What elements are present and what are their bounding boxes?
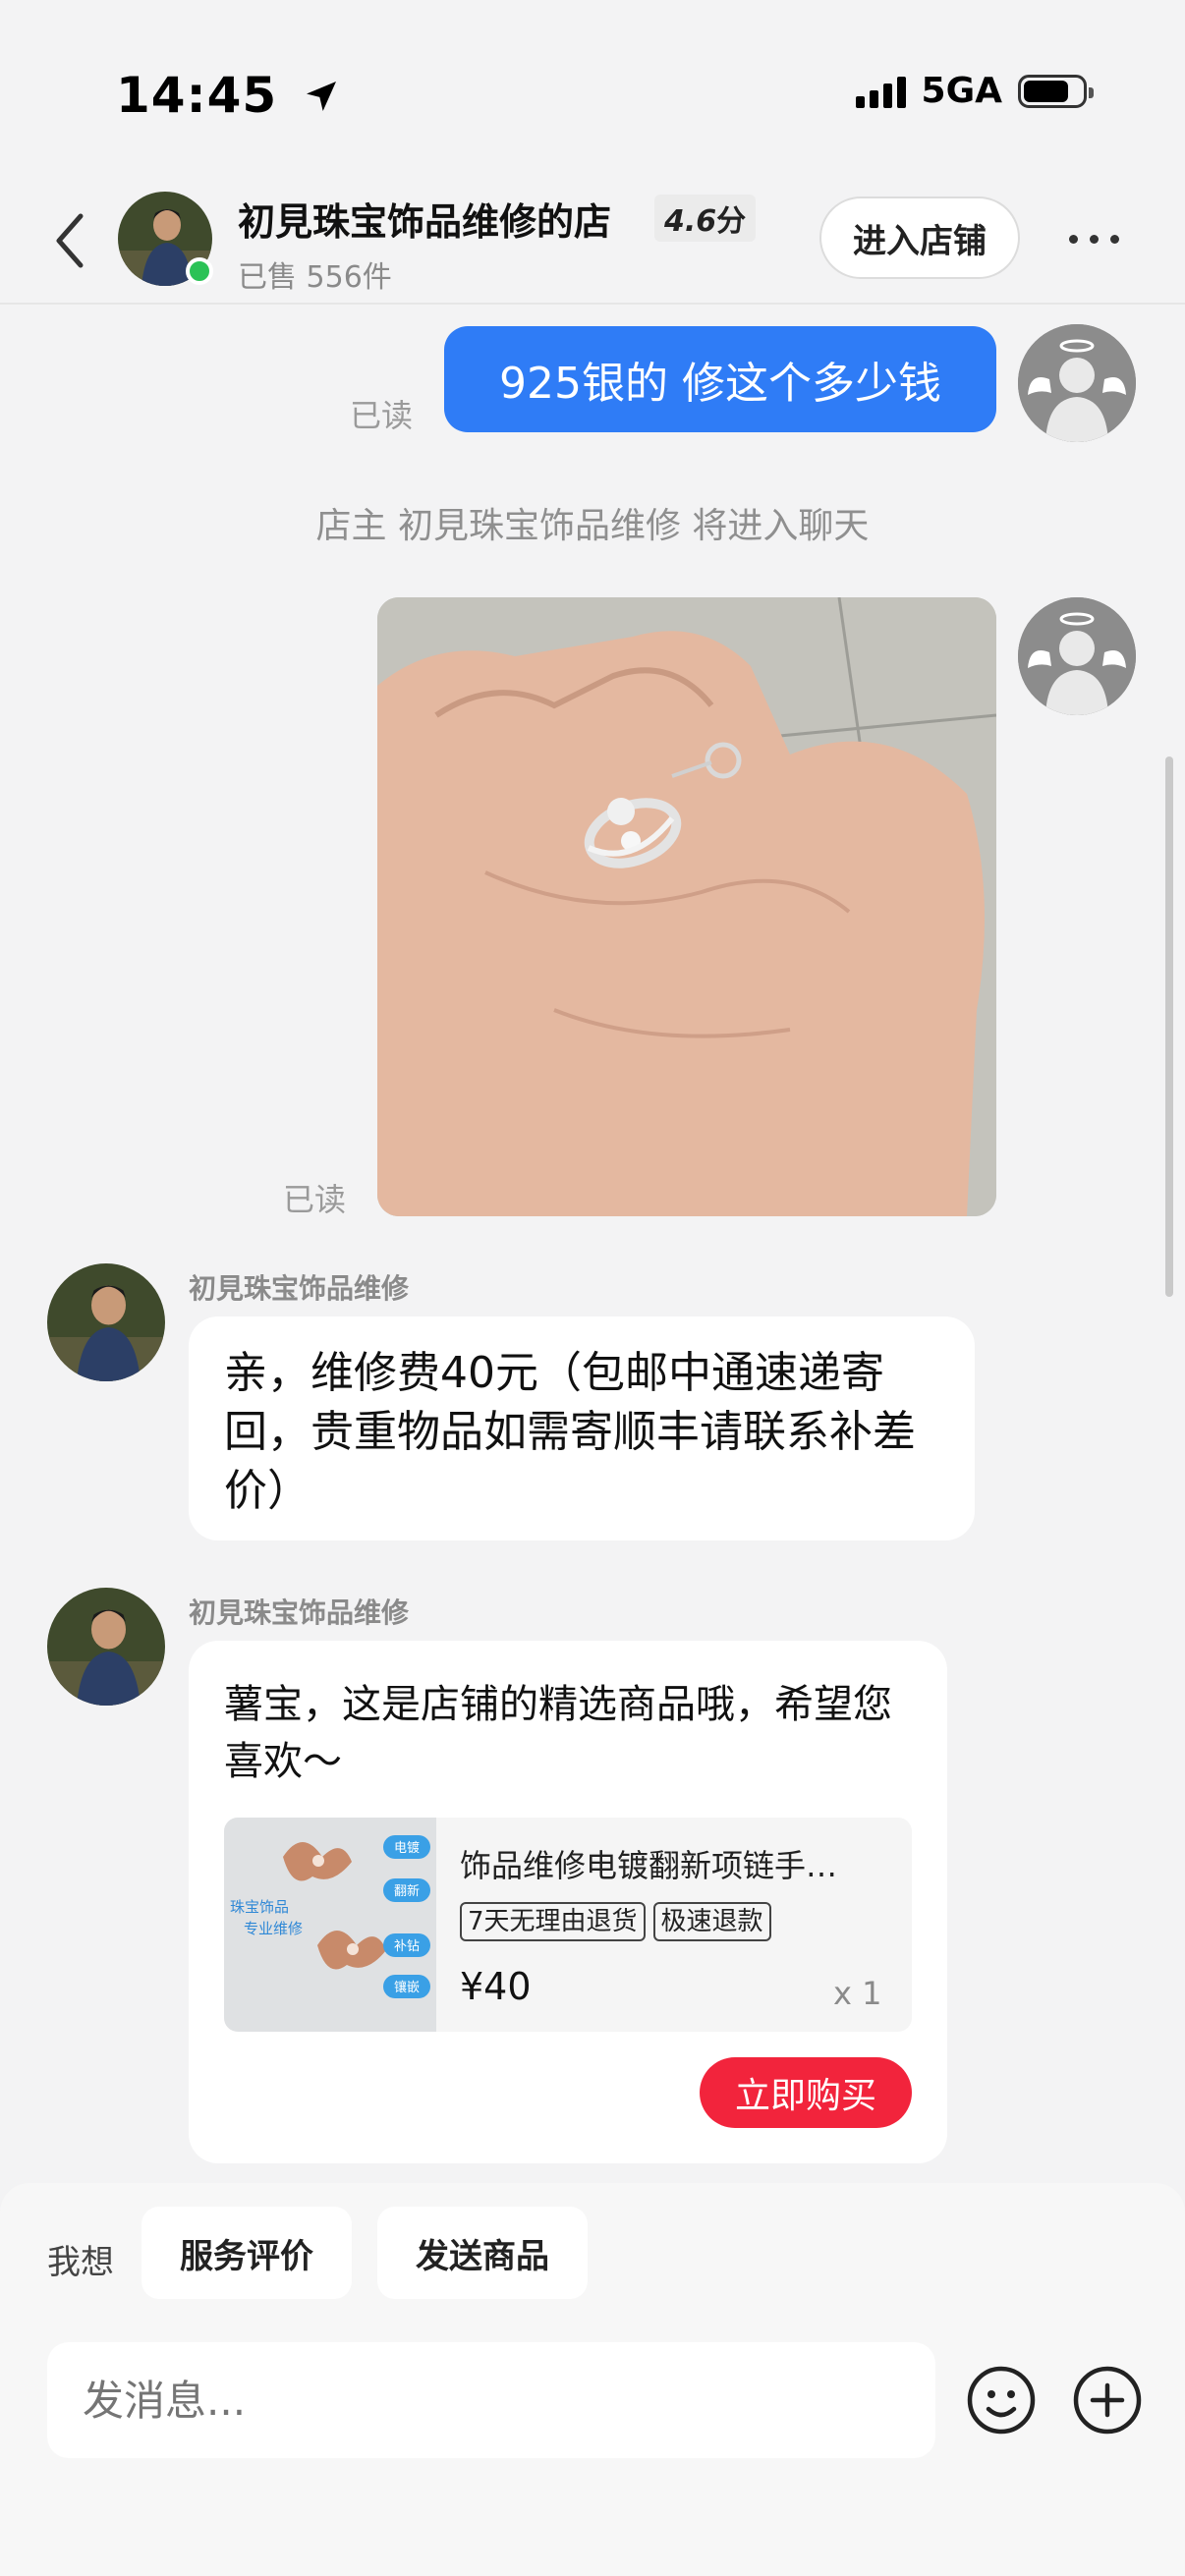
thumb-label: 翻新 <box>394 1883 420 1899</box>
quick-action-prefix: 我想 <box>47 2243 114 2282</box>
back-icon[interactable] <box>51 206 90 275</box>
header-divider <box>0 303 1185 305</box>
thumb-side-text: 珠宝饰品 <box>230 1898 289 1916</box>
product-card[interactable]: 电镀 翻新 补钻 镶嵌 珠宝饰品 专业维修 饰品维修电镀翻新项链手… 7天无理由… <box>224 1818 912 2032</box>
status-time: 14:45 <box>116 67 341 124</box>
online-status-dot <box>186 257 213 285</box>
product-tag: 7天无理由退货 <box>460 1902 646 1941</box>
product-tag: 极速退款 <box>652 1902 771 1941</box>
rating-unit: 分 <box>716 204 747 239</box>
shop-avatar[interactable] <box>47 1263 165 1381</box>
product-recommendation-bubble: 薯宝，这是店铺的精选商品哦，希望您喜欢～ 电镀 翻新 补钻 镶嵌 珠宝饰品 专业… <box>189 1641 947 2163</box>
emoji-icon[interactable] <box>965 2364 1038 2436</box>
earring-photo[interactable] <box>377 597 996 1216</box>
read-status: 已读 <box>350 397 414 434</box>
battery-icon <box>1018 74 1094 108</box>
location-arrow-icon <box>306 82 336 111</box>
product-thumbnail: 电镀 翻新 补钻 镶嵌 珠宝饰品 专业维修 <box>224 1818 436 2032</box>
sold-count: 已售 556件 <box>238 260 392 295</box>
message-input[interactable] <box>47 2342 935 2458</box>
product-tags: 7天无理由退货 极速退款 <box>460 1902 771 1941</box>
my-avatar[interactable] <box>1018 597 1136 715</box>
system-notice: 店主 初見珠宝饰品维修 将进入聊天 <box>315 506 870 546</box>
enter-shop-button[interactable]: 进入店铺 <box>819 196 1020 279</box>
send-product-chip[interactable]: 发送商品 <box>377 2207 588 2299</box>
read-status: 已读 <box>283 1181 347 1218</box>
network-type: 5GA <box>921 71 1002 111</box>
sender-name: 初見珠宝饰品维修 <box>189 1272 410 1305</box>
recommendation-text: 薯宝，这是店铺的精选商品哦，希望您喜欢～ <box>224 1682 892 1784</box>
my-avatar[interactable] <box>1018 324 1136 442</box>
sender-name: 初見珠宝饰品维修 <box>189 1596 410 1629</box>
rating-value: 4.6 <box>664 204 717 239</box>
product-quantity: x 1 <box>833 1975 882 2012</box>
plus-icon[interactable] <box>1071 2364 1144 2436</box>
status-indicators: 5GA <box>855 71 1094 111</box>
thumb-label: 电镀 <box>394 1840 420 1856</box>
shop-avatar[interactable] <box>47 1588 165 1706</box>
my-message-bubble[interactable]: 925银的 修这个多少钱 <box>444 326 996 432</box>
product-title[interactable]: 饰品维修电镀翻新项链手… <box>460 1841 892 1886</box>
shop-message-bubble[interactable]: 亲，维修费40元（包邮中通速递寄回，贵重物品如需寄顺丰请联系补差价） <box>189 1316 975 1540</box>
signal-icon <box>855 75 906 108</box>
shop-rating-badge: 4.6分 <box>654 195 757 242</box>
thumb-side-text: 专业维修 <box>244 1920 303 1937</box>
more-icon[interactable] <box>1069 224 1132 253</box>
service-review-chip[interactable]: 服务评价 <box>141 2207 352 2299</box>
buy-now-button[interactable]: 立即购买 <box>700 2057 912 2128</box>
scrollbar[interactable] <box>1165 756 1173 1297</box>
thumb-label: 补钻 <box>394 1939 420 1954</box>
status-time-text: 14:45 <box>116 67 278 124</box>
shop-name[interactable]: 初見珠宝饰品维修的店 <box>238 192 611 246</box>
product-price: ¥40 <box>460 1965 532 2008</box>
thumb-label: 镶嵌 <box>394 1980 420 1995</box>
